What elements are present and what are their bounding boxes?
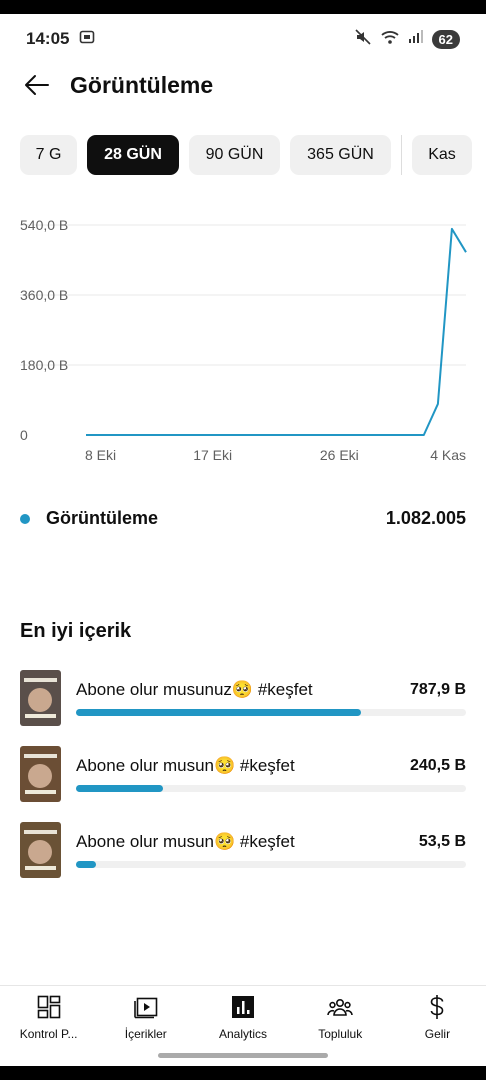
analytics-icon <box>230 994 256 1020</box>
battery-indicator: 62 <box>431 29 460 49</box>
views-series-line <box>86 227 467 436</box>
content-views: 787,9 B <box>409 681 466 698</box>
nav-analytics[interactable]: Analytics <box>194 986 291 1045</box>
chip-365-days[interactable]: 365 GÜN <box>290 135 391 175</box>
video-thumbnail <box>20 746 61 802</box>
y-tick-label: 0 <box>20 427 28 443</box>
nav-community[interactable]: Topluluk <box>292 986 389 1045</box>
top-content-title: En iyi içerik <box>20 620 132 642</box>
x-tick-label: 17 Eki <box>193 447 232 463</box>
x-tick-label: 26 Eki <box>320 447 359 463</box>
community-icon <box>327 994 354 1020</box>
content-icon <box>133 994 159 1020</box>
bottom-navigation: Kontrol P... İçerikler Analytics Toplulu… <box>0 985 486 1045</box>
y-tick-label: 180,0 B <box>20 357 68 373</box>
dashboard-icon <box>36 994 62 1020</box>
nav-community-label: Topluluk <box>318 1027 363 1041</box>
mute-icon <box>354 28 372 51</box>
views-bar <box>76 861 466 868</box>
top-content-list: Abone olur musunuz🥺 #keşfet 787,9 B Abon… <box>20 670 466 898</box>
app-header: Görüntüleme <box>20 66 466 104</box>
signal-icon <box>408 29 424 49</box>
nav-earn[interactable]: Gelir <box>389 986 486 1045</box>
views-bar-fill <box>76 709 361 716</box>
views-line-chart: 540,0 B 360,0 B 180,0 B 0 8 Eki 17 Eki 26 Eki 4… <box>20 217 467 463</box>
nav-content-label: İçerikler <box>124 1027 167 1041</box>
views-bar <box>76 709 466 716</box>
metric-label: Görüntüleme <box>46 508 159 528</box>
content-item[interactable]: Abone olur musun🥺 #keşfet 240,5 B <box>20 746 466 802</box>
content-item[interactable]: Abone olur musun🥺 #keşfet 53,5 B <box>20 822 466 878</box>
content-title: Abone olur musunuz🥺 #keşfet <box>76 680 313 699</box>
views-bar-fill <box>76 785 163 792</box>
chip-month[interactable]: Kas <box>412 135 472 175</box>
home-indicator[interactable] <box>158 1053 328 1058</box>
screenshot-icon <box>79 29 95 50</box>
video-thumbnail <box>20 670 61 726</box>
nav-earn-label: Gelir <box>424 1027 451 1041</box>
content-views: 53,5 B <box>418 833 466 850</box>
views-bar-fill <box>76 861 96 868</box>
metric-summary: Görüntüleme 1.082.005 <box>20 508 466 529</box>
back-button[interactable] <box>20 68 54 102</box>
content-views: 240,5 B <box>409 757 466 774</box>
chip-divider <box>401 135 402 175</box>
dollar-icon <box>424 994 450 1020</box>
page-title: Görüntüleme <box>70 71 214 98</box>
nav-dashboard-label: Kontrol P... <box>19 1027 78 1041</box>
metric-value: 1.082.005 <box>385 508 466 528</box>
nav-content[interactable]: İçerikler <box>97 986 194 1045</box>
chip-90-days[interactable]: 90 GÜN <box>189 135 280 175</box>
y-tick-label: 360,0 B <box>20 287 68 303</box>
nav-dashboard[interactable]: Kontrol P... <box>0 986 97 1045</box>
chip-7-days[interactable]: 7 G <box>20 135 77 175</box>
wifi-icon <box>380 29 400 50</box>
series-color-dot <box>20 513 30 524</box>
video-thumbnail <box>20 822 61 878</box>
y-tick-label: 540,0 B <box>20 217 68 233</box>
back-arrow-icon <box>25 75 49 95</box>
period-chips: 7 G 28 GÜN 90 GÜN 365 GÜN Kas <box>20 135 486 177</box>
views-bar <box>76 785 466 792</box>
bottom-bezel <box>0 1066 486 1080</box>
content-title: Abone olur musun🥺 #keşfet <box>76 756 295 775</box>
status-bar: 14:05 62 <box>26 26 460 52</box>
status-time: 14:05 <box>26 29 70 48</box>
x-tick-label: 8 Eki <box>85 447 116 463</box>
chip-28-days[interactable]: 28 GÜN <box>87 135 179 175</box>
content-title: Abone olur musun🥺 #keşfet <box>76 832 295 851</box>
top-bezel <box>0 0 486 14</box>
nav-analytics-label: Analytics <box>218 1027 268 1041</box>
content-item[interactable]: Abone olur musunuz🥺 #keşfet 787,9 B <box>20 670 466 726</box>
x-tick-label: 4 Kas <box>430 447 466 463</box>
